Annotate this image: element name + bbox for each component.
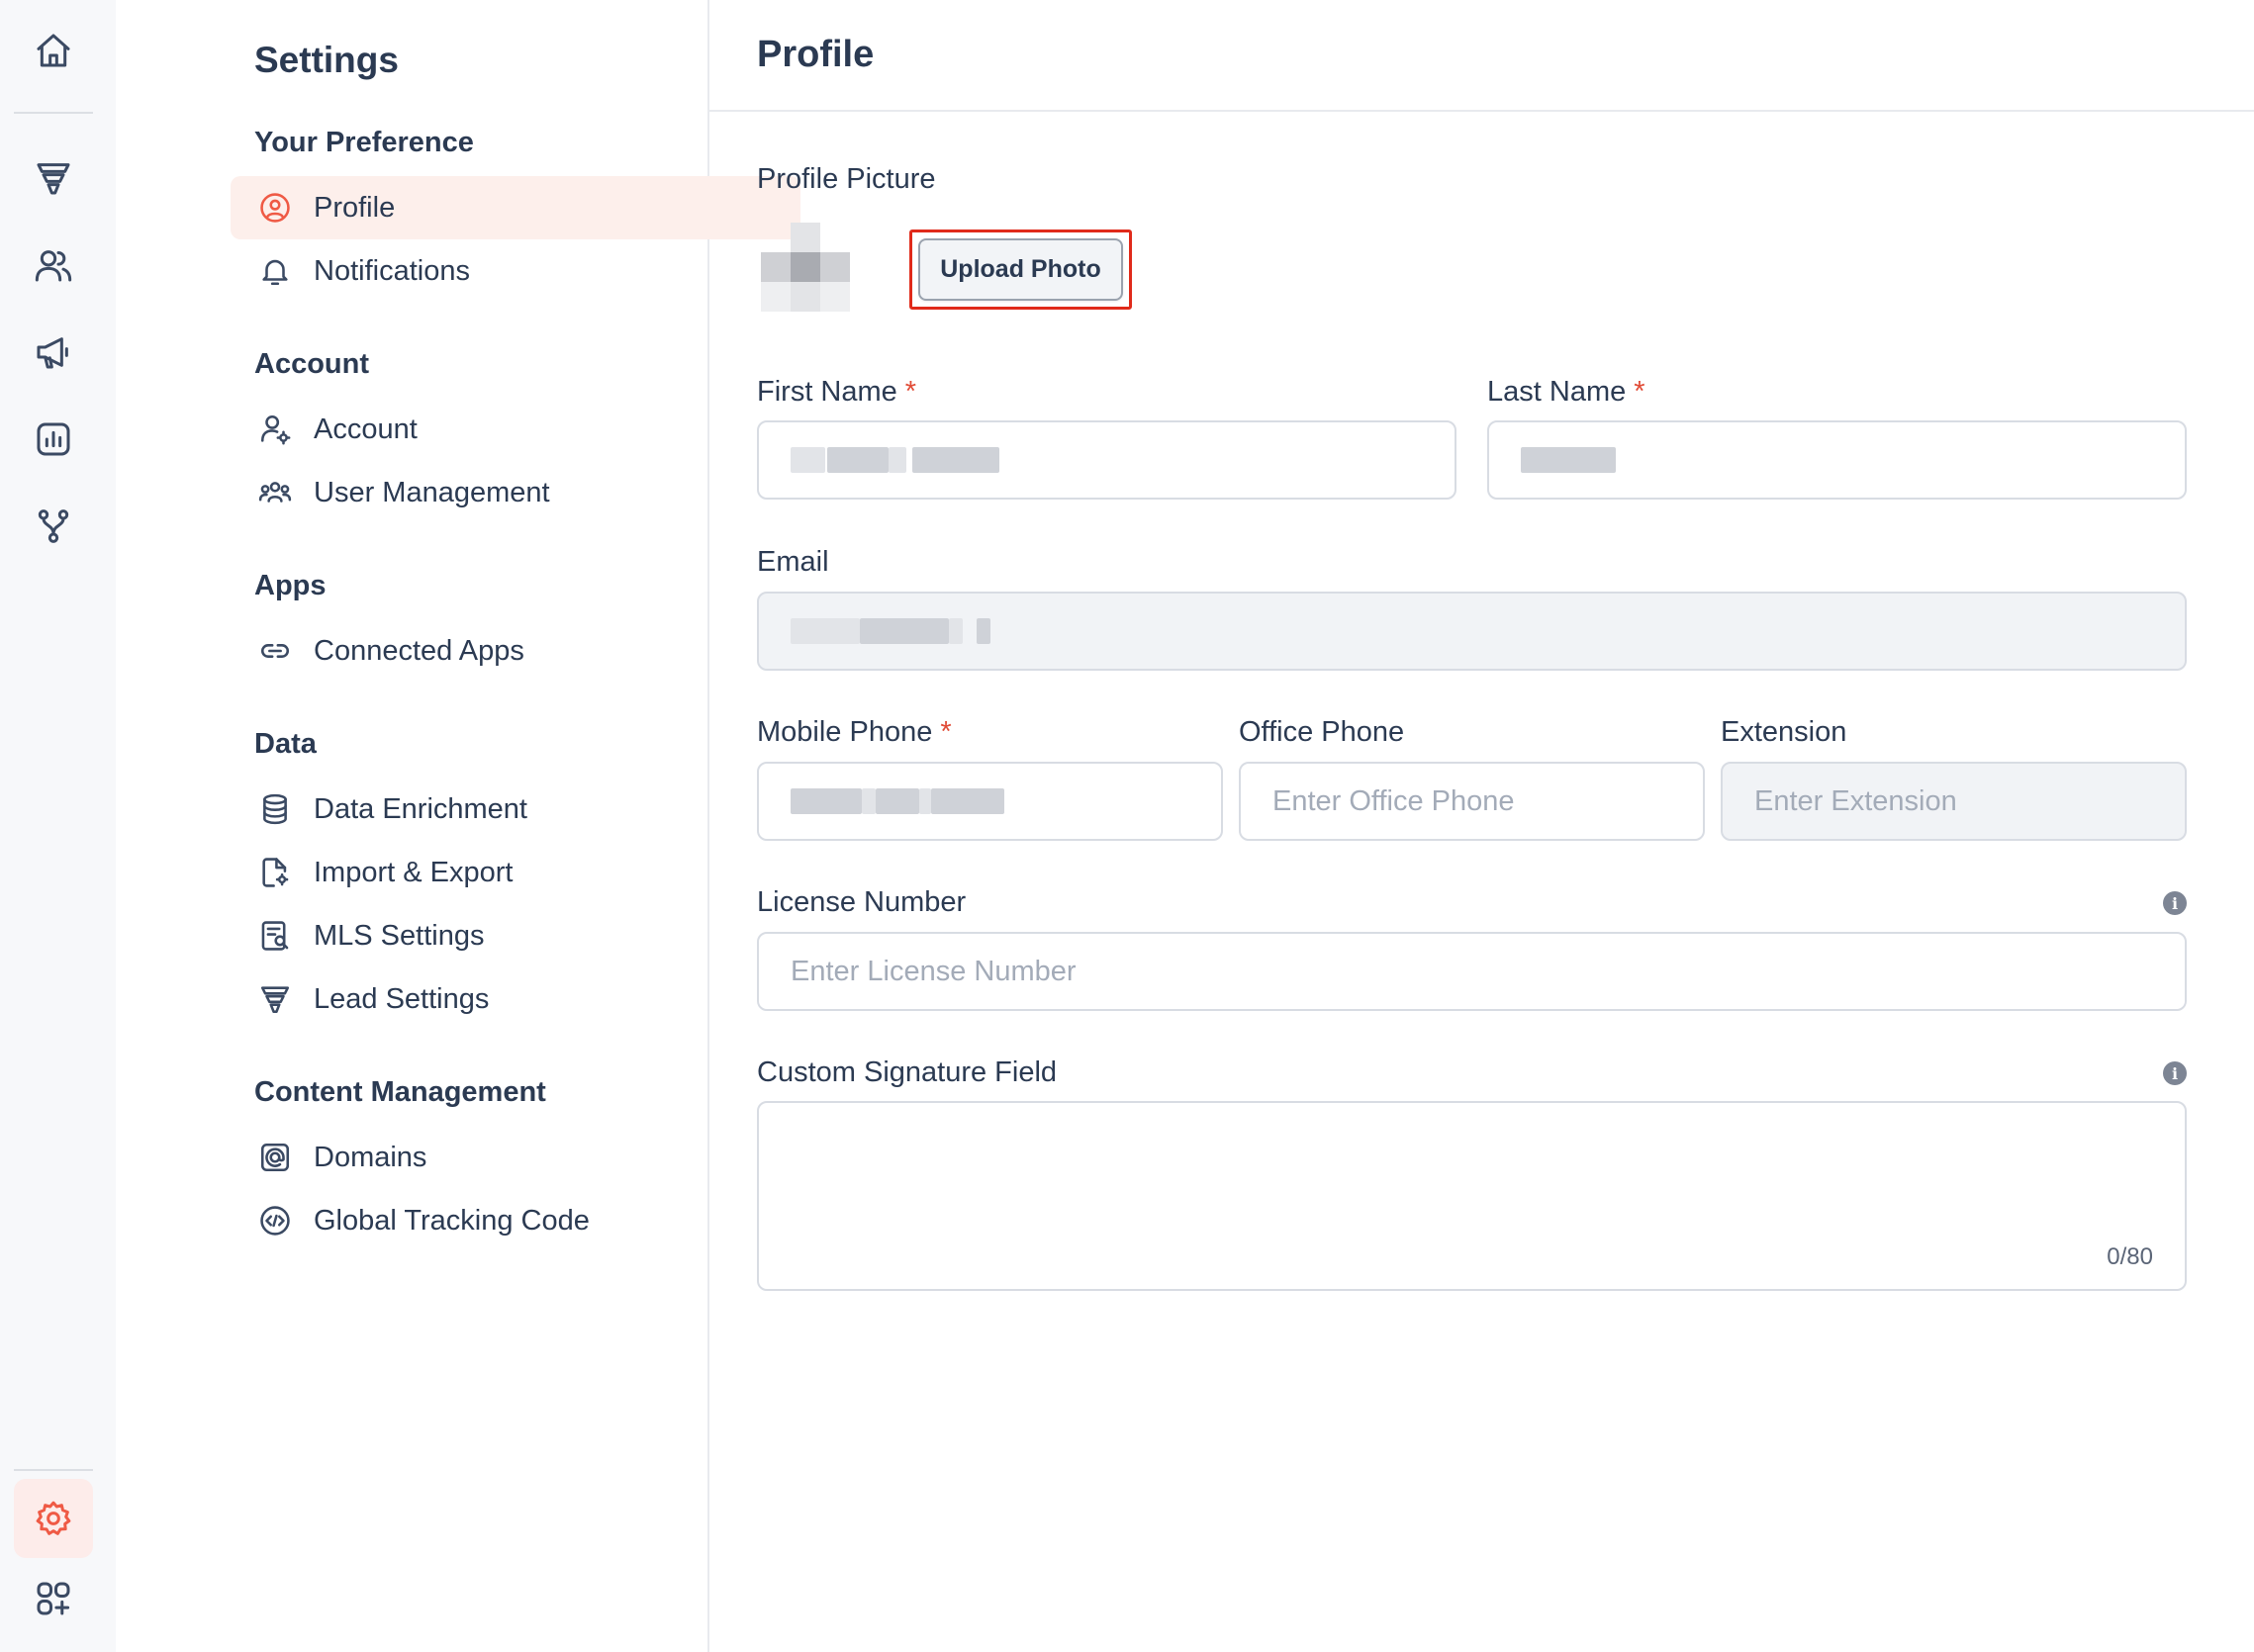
info-icon[interactable]: i — [2163, 891, 2187, 915]
mobile-phone-label: Mobile Phone * — [757, 716, 952, 748]
funnel-icon[interactable] — [14, 138, 93, 218]
rail-divider — [14, 1469, 93, 1471]
email-label: Email — [757, 546, 829, 578]
at-sign-icon — [260, 1143, 290, 1172]
nav-item-user-management[interactable]: User Management — [231, 461, 775, 524]
section-data: Data — [254, 728, 317, 760]
first-name-field[interactable] — [757, 420, 1456, 500]
nav-item-domains[interactable]: Domains — [231, 1126, 775, 1189]
nav-item-global-tracking-code[interactable]: Global Tracking Code — [231, 1189, 775, 1252]
nav-item-mls-settings[interactable]: MLS Settings — [231, 904, 775, 967]
profile-main: Profile Profile Picture Upload Photo Fir… — [709, 0, 2254, 1652]
last-name-label: Last Name * — [1487, 376, 1645, 408]
info-icon[interactable]: i — [2163, 1061, 2187, 1085]
nav-item-label: User Management — [314, 476, 550, 508]
nav-item-label: Lead Settings — [314, 982, 490, 1015]
upload-photo-button[interactable]: Upload Photo — [918, 238, 1123, 301]
gear-icon[interactable] — [14, 1479, 93, 1558]
database-icon — [263, 793, 287, 825]
file-gear-icon — [262, 858, 289, 887]
office-phone-label: Office Phone — [1239, 716, 1405, 748]
email-field — [757, 592, 2187, 671]
nav-item-label: Notifications — [314, 254, 470, 287]
section-your-preference: Your Preference — [254, 127, 474, 158]
nav-item-connected-apps[interactable]: Connected Apps — [231, 619, 775, 683]
nav-item-import-export[interactable]: Import & Export — [231, 841, 775, 904]
license-number-input[interactable] — [791, 955, 2185, 988]
link-icon — [261, 644, 289, 658]
section-content-management: Content Management — [254, 1076, 546, 1108]
main-header: Profile — [709, 0, 2254, 112]
section-account: Account — [254, 348, 369, 380]
icon-rail — [0, 0, 116, 1652]
nav-item-label: Connected Apps — [314, 634, 524, 667]
user-gear-icon — [260, 414, 291, 445]
license-number-label: License Number — [757, 886, 967, 918]
megaphone-icon[interactable] — [14, 313, 93, 392]
branch-icon[interactable] — [14, 487, 93, 566]
users-icon[interactable] — [14, 226, 93, 305]
nav-item-label: Import & Export — [314, 856, 514, 888]
custom-signature-textarea[interactable]: 0/80 — [757, 1101, 2187, 1291]
office-phone-field[interactable] — [1239, 762, 1705, 841]
nav-item-label: Data Enrichment — [314, 792, 527, 825]
nav-item-label: Profile — [314, 191, 396, 224]
team-icon — [258, 482, 292, 503]
chart-icon[interactable] — [14, 400, 93, 479]
rail-divider — [14, 112, 93, 114]
settings-nav: Settings Your Preference Profile Notific… — [116, 0, 800, 1652]
upload-photo-highlight: Upload Photo — [909, 229, 1132, 310]
funnel-icon — [260, 986, 290, 1014]
license-number-field[interactable] — [757, 932, 2187, 1011]
nav-item-label: Domains — [314, 1141, 427, 1173]
settings-title: Settings — [254, 40, 399, 80]
app-root: Settings Your Preference Profile Notific… — [0, 0, 2254, 1652]
code-circle-icon — [260, 1206, 290, 1236]
document-search-icon — [261, 921, 289, 951]
apps-icon[interactable] — [14, 1559, 93, 1638]
nav-item-label: MLS Settings — [314, 919, 485, 952]
office-phone-input[interactable] — [1272, 784, 1703, 818]
nav-item-label: Global Tracking Code — [314, 1204, 590, 1237]
nav-item-lead-settings[interactable]: Lead Settings — [231, 967, 775, 1031]
extension-input — [1754, 784, 2185, 818]
mobile-phone-field[interactable] — [757, 762, 1223, 841]
page-title: Profile — [757, 34, 875, 75]
nav-item-account[interactable]: Account — [231, 398, 775, 461]
nav-item-notifications[interactable]: Notifications — [231, 239, 775, 303]
avatar — [761, 223, 850, 312]
section-apps: Apps — [254, 570, 327, 601]
user-circle-icon — [260, 193, 290, 223]
home-icon[interactable] — [14, 11, 93, 90]
extension-label: Extension — [1721, 716, 1847, 748]
first-name-label: First Name * — [757, 376, 917, 408]
custom-signature-label: Custom Signature Field — [757, 1056, 1058, 1088]
extension-field — [1721, 762, 2187, 841]
character-counter: 0/80 — [2107, 1243, 2153, 1270]
last-name-field[interactable] — [1487, 420, 2187, 500]
bell-icon — [262, 259, 288, 286]
nav-item-label: Account — [314, 413, 418, 445]
nav-item-data-enrichment[interactable]: Data Enrichment — [231, 778, 775, 841]
profile-picture-label: Profile Picture — [757, 163, 936, 195]
